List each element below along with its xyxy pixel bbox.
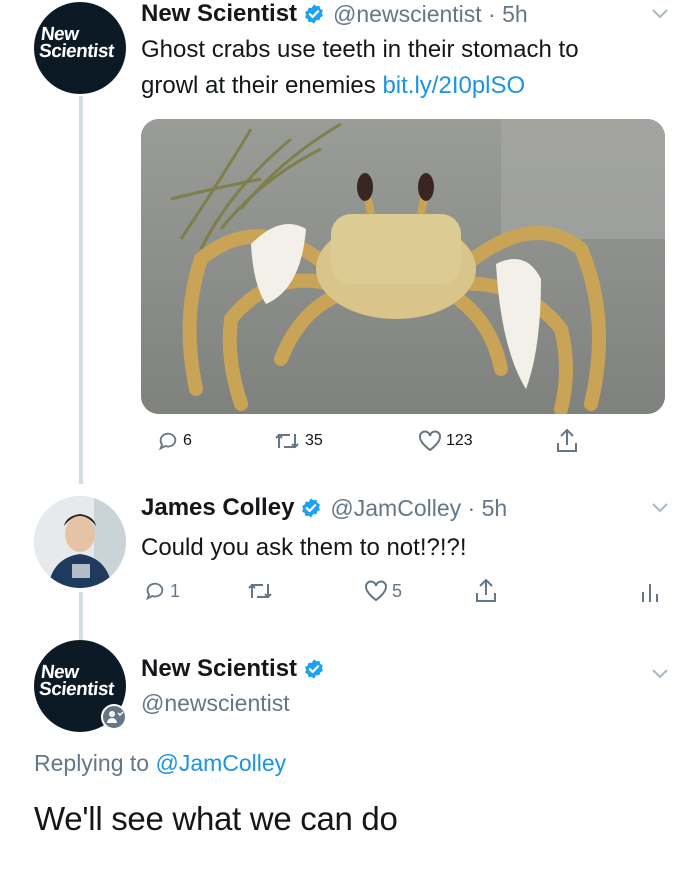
share-icon [557, 428, 577, 452]
handle-and-time[interactable]: @newscientist · 5h [333, 1, 528, 28]
reply-count: 1 [170, 580, 181, 601]
reply-icon [145, 582, 164, 601]
tweet-header: New Scientist @newscientist · 5h [141, 0, 528, 28]
tweet-media-image[interactable] [141, 119, 665, 414]
new-scientist-logo: New Scientist [38, 662, 115, 700]
ghost-crab-photo [141, 119, 665, 414]
mention-link[interactable]: @JamColley [155, 750, 286, 776]
tweet-header: James Colley @JamColley · 5h [141, 494, 507, 522]
display-name[interactable]: New Scientist [141, 655, 297, 683]
thread-connector-line [79, 592, 83, 640]
chevron-down-icon[interactable] [651, 8, 669, 20]
retweet-icon [275, 433, 299, 449]
new-scientist-logo: New Scientist [38, 24, 115, 62]
analytics-action[interactable] [640, 580, 660, 604]
handle-and-time[interactable]: @JamColley · 5h [330, 495, 507, 522]
reply-action[interactable]: 6 [157, 430, 192, 452]
display-name[interactable]: James Colley [141, 494, 294, 522]
reply-count: 6 [183, 432, 192, 449]
heart-icon [365, 580, 387, 602]
retweet-icon [248, 583, 272, 599]
replying-to-line: Replying to @JamColley [34, 750, 287, 776]
like-action[interactable]: 123 [418, 430, 473, 452]
verified-badge-icon [305, 659, 323, 679]
avatar[interactable]: New Scientist [34, 2, 126, 94]
share-icon [476, 578, 496, 602]
handle[interactable]: @newscientist [141, 690, 290, 717]
follow-indicator-icon [101, 704, 127, 730]
tweet-header: New Scientist [141, 655, 333, 683]
chevron-down-icon[interactable] [651, 502, 669, 514]
analytics-icon [642, 584, 658, 602]
like-action[interactable]: 5 [364, 580, 402, 602]
tweet-link[interactable]: bit.ly/2I0plSO [382, 72, 525, 99]
chevron-down-icon[interactable] [651, 668, 669, 680]
heart-icon [419, 430, 441, 452]
profile-photo [34, 496, 126, 588]
share-action[interactable] [555, 428, 579, 454]
verified-badge-icon [305, 4, 323, 24]
retweet-action[interactable] [246, 580, 274, 602]
like-count: 123 [446, 432, 473, 449]
retweet-action[interactable]: 35 [273, 430, 323, 452]
retweet-count: 35 [305, 432, 323, 449]
reply-action[interactable]: 1 [144, 580, 180, 602]
tweet-text: Could you ask them to not!?!?! [141, 534, 467, 561]
tweet-text: We'll see what we can do [34, 800, 398, 837]
share-action[interactable] [474, 578, 498, 604]
like-count: 5 [392, 580, 403, 601]
verified-badge-icon [302, 498, 321, 518]
tweet-text: Ghost crabs use teeth in their stomach t… [141, 36, 579, 99]
display-name[interactable]: New Scientist [141, 0, 297, 28]
reply-icon [158, 432, 177, 451]
thread-connector-line [79, 96, 83, 484]
avatar[interactable] [34, 496, 126, 588]
